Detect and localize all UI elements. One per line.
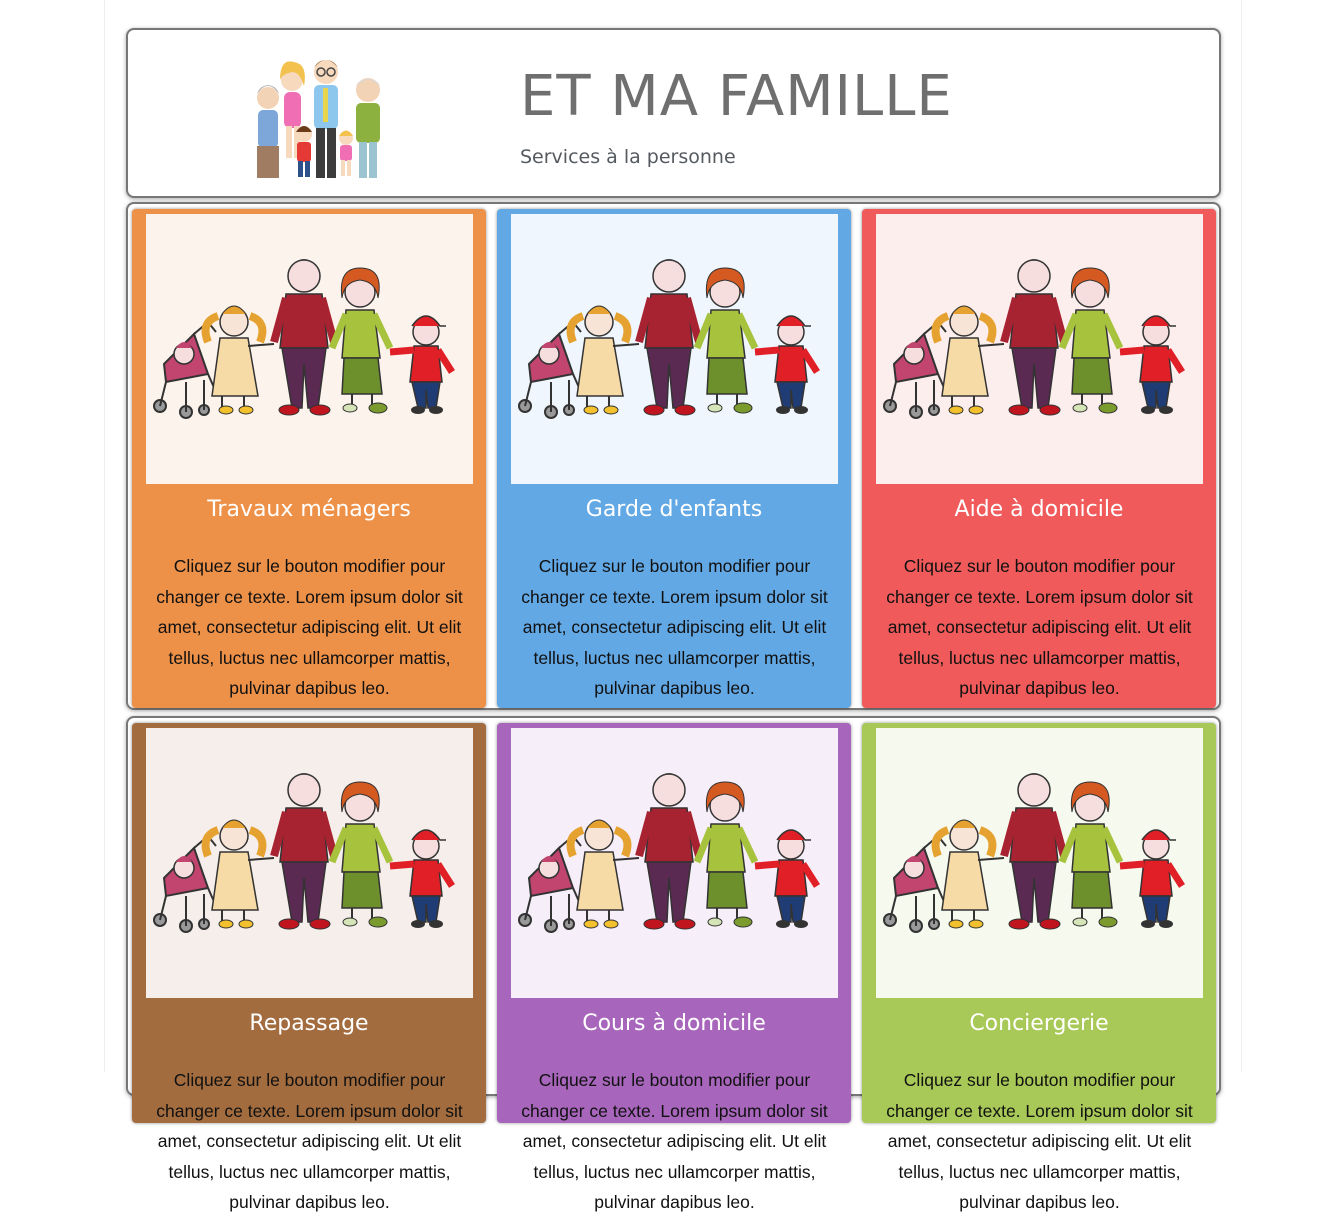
service-card-text: Cliquez sur le bouton modifier pour chan… xyxy=(886,556,1193,698)
family-cartoon-image xyxy=(511,728,838,998)
service-card-conciergerie[interactable]: Conciergerie Cliquez sur le bouton modif… xyxy=(862,723,1216,1212)
service-card-title[interactable]: Conciergerie xyxy=(862,1011,1216,1036)
service-card-text: Cliquez sur le bouton modifier pour chan… xyxy=(156,1070,463,1212)
page-container: ET MA FAMILLE Services à la personne Tra… xyxy=(104,0,1242,1212)
site-subtitle: Services à la personne xyxy=(520,146,736,168)
family-cartoon-image xyxy=(876,728,1203,998)
site-title: ET MA FAMILLE xyxy=(520,64,953,129)
service-card-aide-domicile[interactable]: Aide à domicile Cliquez sur le bouton mo… xyxy=(862,209,1216,708)
service-card-garde-enfants[interactable]: Garde d'enfants Cliquez sur le bouton mo… xyxy=(497,209,851,708)
service-card-title[interactable]: Repassage xyxy=(132,1011,486,1036)
service-card-text: Cliquez sur le bouton modifier pour chan… xyxy=(886,1070,1193,1212)
family-cartoon-image xyxy=(876,214,1203,484)
site-header: ET MA FAMILLE Services à la personne xyxy=(126,28,1221,198)
service-card-text: Cliquez sur le bouton modifier pour chan… xyxy=(521,1070,828,1212)
family-logo-icon[interactable] xyxy=(246,50,391,186)
service-card-text: Cliquez sur le bouton modifier pour chan… xyxy=(156,556,463,698)
service-card-title[interactable]: Travaux ménagers xyxy=(132,497,486,522)
service-card-text: Cliquez sur le bouton modifier pour chan… xyxy=(521,556,828,698)
service-card-title[interactable]: Cours à domicile xyxy=(497,1011,851,1036)
services-row-1: Travaux ménagers Cliquez sur le bouton m… xyxy=(126,202,1221,710)
service-card-repassage[interactable]: Repassage Cliquez sur le bouton modifier… xyxy=(132,723,486,1212)
service-card-travaux-menagers[interactable]: Travaux ménagers Cliquez sur le bouton m… xyxy=(132,209,486,708)
service-card-cours-domicile[interactable]: Cours à domicile Cliquez sur le bouton m… xyxy=(497,723,851,1212)
family-cartoon-image xyxy=(146,214,473,484)
family-cartoon-image xyxy=(511,214,838,484)
family-cartoon-image xyxy=(146,728,473,998)
service-card-title[interactable]: Garde d'enfants xyxy=(497,497,851,522)
services-row-2: Repassage Cliquez sur le bouton modifier… xyxy=(126,716,1221,1212)
service-card-title[interactable]: Aide à domicile xyxy=(862,497,1216,522)
